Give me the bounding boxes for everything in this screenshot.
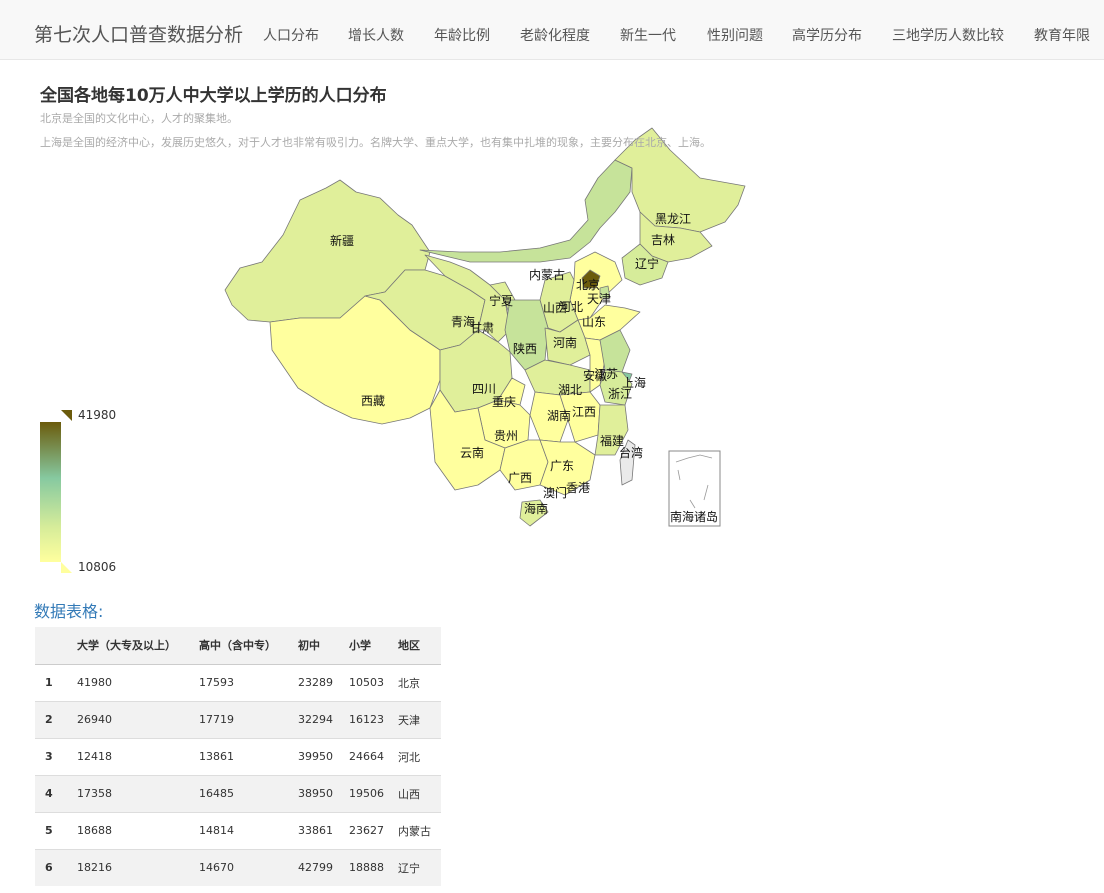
map-label: 天津 [587,292,612,306]
table-cell-highschool: 17719 [189,700,288,738]
map-label: 吉林 [651,233,676,247]
table-cell-junior: 32294 [288,700,339,738]
region-shaanxi [504,299,549,371]
table-cell-primary: 19506 [339,774,388,812]
map-label: 广西 [508,471,533,485]
map-label: 江西 [572,405,597,419]
map-label: 西藏 [361,394,386,408]
table-row: 1 41980 17593 23289 10503 北京 [35,663,441,701]
table-cell-primary: 10503 [339,663,388,701]
table-cell-university: 12418 [67,737,189,775]
table-cell-university: 17358 [67,774,189,812]
visual-map-min: 10806 [78,560,117,574]
table-cell-index: 1 [35,663,67,701]
table-cell-region: 天津 [388,700,441,738]
table-cell-index: 5 [35,811,67,849]
chart-subtitle-line-1: 北京是全国的文化中心，人才的聚集地。 [40,112,238,125]
table-header-region: 地区 [388,627,441,665]
map-label: 湖南 [547,409,572,423]
table-header-index [35,627,67,665]
data-table-title: 数据表格: [34,602,104,621]
table-cell-junior: 38950 [288,774,339,812]
table-cell-highschool: 14814 [189,811,288,849]
chart-subtitle-line-2: 上海是全国的经济中心，发展历史悠久，对于人才也非常有吸引力。名牌大学、重点大学，… [40,136,711,149]
table-header-primary: 小学 [339,627,388,665]
map-label: 宁夏 [489,294,514,308]
table-cell-index: 2 [35,700,67,738]
table-cell-highschool: 14670 [189,848,288,886]
map-label: 河南 [553,336,578,350]
map-label: 新疆 [330,234,355,248]
map-label: 海南 [524,502,549,516]
table-cell-university: 18216 [67,848,189,886]
table-cell-junior: 33861 [288,811,339,849]
table-cell-highschool: 16485 [189,774,288,812]
table-cell-university: 41980 [67,663,189,701]
table-header-university: 大学（大专及以上） [67,627,189,665]
map-label: 内蒙古 [529,268,566,282]
inset-label-south-china-sea: 南海诸岛 [670,510,719,524]
table-cell-university: 18688 [67,811,189,849]
map-label: 香港 [566,481,591,495]
table-cell-primary: 18888 [339,848,388,886]
table-row: 4 17358 16485 38950 19506 山西 [35,774,441,812]
table-cell-region: 辽宁 [388,848,441,886]
table-cell-highschool: 17593 [189,663,288,701]
map-label: 澳门 [543,486,568,500]
map-label: 辽宁 [635,257,660,271]
table-cell-index: 3 [35,737,67,775]
map-label: 陕西 [513,342,538,356]
map-label: 重庆 [492,395,517,409]
table-cell-highschool: 13861 [189,737,288,775]
table-cell-junior: 23289 [288,663,339,701]
table-row: 5 18688 14814 33861 23627 内蒙古 [35,811,441,849]
map-label: 甘肃 [470,321,495,335]
table-cell-primary: 16123 [339,700,388,738]
table-header-row: 大学（大专及以上） 高中（含中专） 初中 小学 地区 [35,627,441,665]
map-label: 贵州 [494,429,519,443]
table-cell-index: 4 [35,774,67,812]
table-cell-index: 6 [35,848,67,886]
table-row: 2 26940 17719 32294 16123 天津 [35,700,441,738]
map-label: 湖北 [558,383,583,397]
table-row: 3 12418 13861 39950 24664 河北 [35,737,441,775]
table-cell-region: 内蒙古 [388,811,441,849]
table-cell-junior: 39950 [288,737,339,775]
table-cell-junior: 42799 [288,848,339,886]
region-inner-mongolia [419,159,633,263]
map-label: 山西 [543,301,568,315]
map-label: 广东 [550,459,575,473]
table-cell-primary: 23627 [339,811,388,849]
chart-title: 全国各地每10万人中大学以上学历的人口分布 [40,86,387,106]
table-header-junior: 初中 [288,627,339,665]
table-cell-university: 26940 [67,700,189,738]
table-cell-region: 河北 [388,737,441,775]
table-row: 6 18216 14670 42799 18888 辽宁 [35,848,441,886]
table-cell-region: 北京 [388,663,441,701]
map-label: 云南 [460,446,485,460]
map-label: 江苏 [594,367,619,381]
table-cell-region: 山西 [388,774,441,812]
data-table: 大学（大专及以上） 高中（含中专） 初中 小学 地区 1 41980 17593 23… [35,627,441,886]
map-label: 黑龙江 [655,212,692,226]
table-header-highschool: 高中（含中专） [189,627,288,665]
visual-map-gradient [40,422,61,562]
map-label: 山东 [582,315,607,329]
visual-map-max: 41980 [78,408,117,422]
map-label: 浙江 [608,387,633,401]
map-label: 台湾 [619,446,644,460]
table-cell-primary: 24664 [339,737,388,775]
